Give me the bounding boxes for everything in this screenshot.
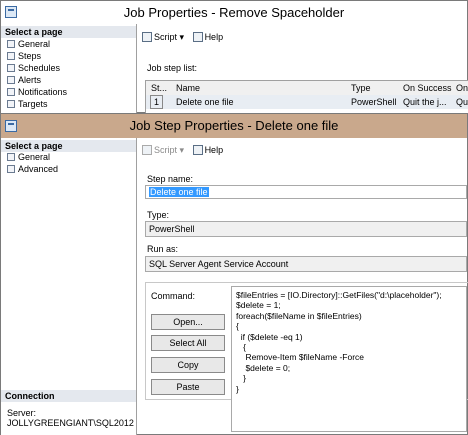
- select-all-button[interactable]: Select All: [151, 335, 225, 351]
- help-icon: [192, 145, 203, 155]
- step-name-value: Delete one file: [149, 187, 209, 197]
- page-icon: [7, 76, 15, 84]
- type-label: Type:: [147, 210, 170, 220]
- step-select-page-header: Select a page: [1, 140, 136, 152]
- step-page-advanced[interactable]: Advanced: [7, 164, 58, 175]
- job-page-alerts[interactable]: Alerts: [7, 75, 41, 86]
- run-as-label: Run as:: [147, 244, 179, 254]
- help-icon: [192, 32, 203, 42]
- page-icon: [7, 52, 15, 60]
- step-toolbar: Script ▾ Help: [142, 141, 229, 159]
- command-label: Command:: [151, 291, 196, 301]
- col-header-on-failure[interactable]: On: [456, 81, 468, 95]
- row-type: PowerShell: [351, 97, 397, 107]
- type-value: PowerShell: [149, 224, 195, 234]
- page-icon: [7, 100, 15, 108]
- open-button[interactable]: Open...: [151, 314, 225, 330]
- page-icon: [7, 153, 15, 161]
- command-editor[interactable]: $fileEntries = [IO.Directory]::GetFiles(…: [231, 286, 467, 432]
- page-icon: [7, 64, 15, 72]
- step-window-titlebar[interactable]: Job Step Properties - Delete one file: [1, 114, 467, 138]
- job-help-button[interactable]: Help: [192, 28, 223, 46]
- paste-button[interactable]: Paste: [151, 379, 225, 395]
- col-header-step[interactable]: St...: [151, 81, 167, 95]
- connection-header: Connection: [1, 390, 136, 402]
- col-header-name[interactable]: Name: [176, 81, 200, 95]
- row-name: Delete one file: [176, 97, 234, 107]
- step-help-button[interactable]: Help: [192, 141, 223, 159]
- col-header-on-success[interactable]: On Success: [403, 81, 452, 95]
- step-select-page-pane: Select a page General Advanced Connectio…: [1, 138, 137, 435]
- job-page-notifications[interactable]: Notifications: [7, 87, 67, 98]
- page-icon: [7, 40, 15, 48]
- run-as-dropdown[interactable]: SQL Server Agent Service Account: [145, 256, 467, 272]
- job-step-grid[interactable]: St... Name Type On Success On 1 Delete o…: [145, 80, 468, 114]
- type-dropdown[interactable]: PowerShell: [145, 221, 467, 237]
- job-window-title: Job Properties - Remove Spaceholder: [123, 5, 345, 20]
- step-window-title: Job Step Properties - Delete one file: [129, 118, 339, 133]
- step-name-label: Step name:: [147, 174, 194, 184]
- job-window-titlebar[interactable]: Job Properties - Remove Spaceholder: [1, 1, 467, 24]
- table-row[interactable]: 1 Delete one file PowerShell Quit the j.…: [146, 95, 468, 109]
- page-icon: [7, 88, 15, 96]
- script-icon: [142, 32, 152, 42]
- job-select-page-header: Select a page: [1, 26, 136, 38]
- row-on-success: Quit the j...: [403, 97, 447, 107]
- run-as-value: SQL Server Agent Service Account: [149, 259, 289, 269]
- app-icon: [5, 120, 17, 132]
- job-page-steps[interactable]: Steps: [7, 51, 41, 62]
- job-toolbar: Script ▾ Help: [142, 28, 229, 46]
- job-select-page-pane: Select a page General Steps Schedules Al…: [1, 24, 137, 113]
- step-script-button[interactable]: Script ▾: [142, 141, 184, 159]
- job-page-schedules[interactable]: Schedules: [7, 63, 60, 74]
- job-page-general[interactable]: General: [7, 39, 50, 50]
- step-name-input[interactable]: Delete one file: [145, 185, 467, 199]
- job-page-targets[interactable]: Targets: [7, 99, 48, 110]
- col-header-type[interactable]: Type: [351, 81, 371, 95]
- step-page-general[interactable]: General: [7, 152, 50, 163]
- script-icon: [142, 145, 152, 155]
- app-icon: [5, 6, 17, 18]
- server-label: Server:: [7, 408, 37, 418]
- job-properties-window: Job Properties - Remove Spaceholder Sele…: [0, 0, 468, 114]
- row-on-failure: Qu: [456, 97, 468, 107]
- page-icon: [7, 165, 15, 173]
- job-step-properties-window: Job Step Properties - Delete one file Se…: [0, 113, 468, 435]
- server-value: JOLLYGREENGIANT\SQL2012: [7, 418, 134, 428]
- row-step: 1: [150, 95, 164, 109]
- job-script-button[interactable]: Script ▾: [142, 28, 184, 46]
- copy-button[interactable]: Copy: [151, 357, 225, 373]
- job-step-list-label: Job step list:: [147, 63, 198, 73]
